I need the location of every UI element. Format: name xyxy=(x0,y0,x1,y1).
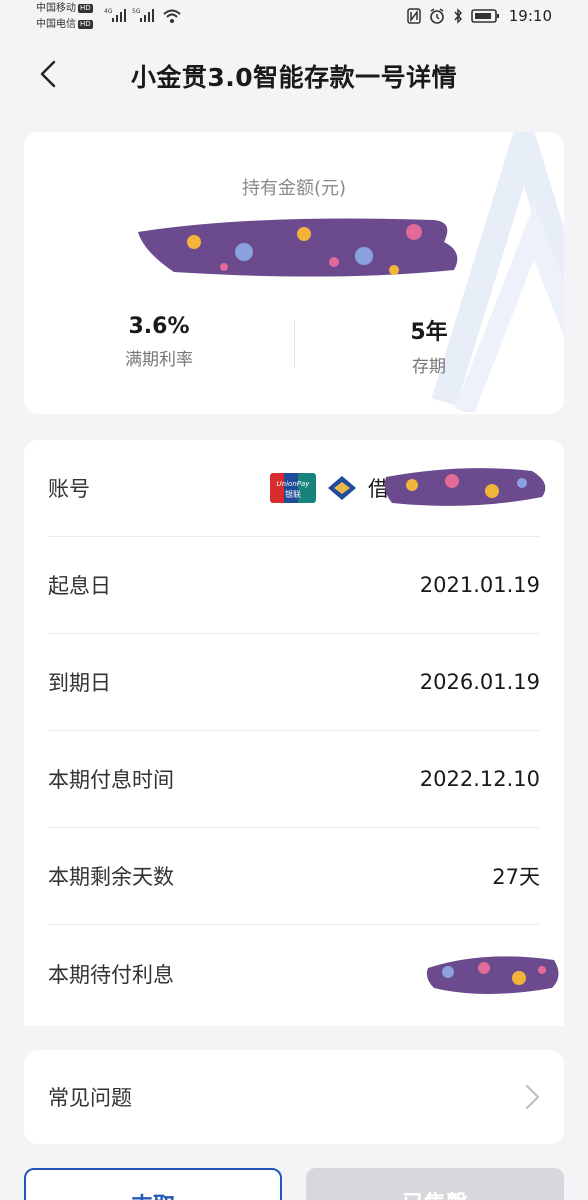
term-stat: 5年 存期 xyxy=(294,314,564,377)
svg-text:4G: 4G xyxy=(104,8,113,15)
detail-row-interest-payment-date: 本期付息时间 2022.12.10 xyxy=(48,731,540,828)
holding-amount-label: 持有金额(元) xyxy=(241,178,347,199)
detail-row-pending-interest: 本期待付利息 xyxy=(48,925,559,1022)
term-label: 存期 xyxy=(412,357,446,377)
faq-row[interactable]: 常见问题 xyxy=(24,1050,564,1144)
status-right: 19:10 xyxy=(407,7,552,25)
faq-label: 常见问题 xyxy=(48,1086,132,1110)
alarm-icon xyxy=(429,8,444,24)
interest-payment-date-label: 本期付息时间 xyxy=(48,768,174,792)
term-value: 5年 xyxy=(410,320,448,345)
detail-row-remaining-days: 本期剩余天数 27天 xyxy=(48,828,540,925)
rate-stat: 3.6% 满期利率 xyxy=(24,314,294,370)
withdraw-button[interactable]: 支取 xyxy=(24,1168,282,1200)
start-date-label: 起息日 xyxy=(48,574,111,598)
rate-label: 满期利率 xyxy=(125,350,193,370)
account-label: 账号 xyxy=(48,477,90,501)
detail-row-start-date: 起息日 2021.01.19 xyxy=(48,537,540,634)
status-bar: 中国移动 HD 中国电信 HD 4G 5G 19:10 xyxy=(0,0,588,36)
summary-card: 持有金额(元) 3.6% 满期利率 5年 存期 xyxy=(24,132,564,414)
detail-row-account[interactable]: 账号 UnionPay 银联 借记 xyxy=(48,440,546,537)
battery-icon xyxy=(470,9,499,23)
signal-icon: 4G xyxy=(104,8,126,22)
remaining-days-value: 27天 xyxy=(492,865,540,889)
signal-icon-2: 5G xyxy=(132,8,154,22)
svg-text:UnionPay: UnionPay xyxy=(277,480,311,488)
svg-text:5G: 5G xyxy=(132,8,141,15)
unionpay-logo: UnionPay 银联 xyxy=(270,473,316,503)
maturity-date-label: 到期日 xyxy=(48,671,111,695)
nfc-icon xyxy=(407,8,421,24)
account-value: UnionPay 银联 借记 xyxy=(270,468,546,506)
wifi-icon xyxy=(163,9,181,23)
pending-interest-label: 本期待付利息 xyxy=(48,962,174,987)
start-date-value: 2021.01.19 xyxy=(419,573,540,597)
redacted-pending-interest xyxy=(426,955,559,994)
maturity-date-value: 2026.01.19 xyxy=(419,670,540,694)
svg-text:银联: 银联 xyxy=(285,489,301,499)
header: 小金贯3.0智能存款一号详情 xyxy=(0,46,588,102)
rate-value: 3.6% xyxy=(128,314,190,339)
detail-row-maturity-date: 到期日 2026.01.19 xyxy=(48,634,540,731)
redacted-account-number xyxy=(384,468,546,506)
details-card: 账号 UnionPay 银联 借记 起息日 2021.01.19 xyxy=(24,440,564,1026)
page-title: 小金贯3.0智能存款一号详情 xyxy=(130,63,458,92)
interest-payment-date-value: 2022.12.10 xyxy=(419,767,540,791)
bank-logo xyxy=(328,476,356,500)
clock: 19:10 xyxy=(508,7,552,25)
redacted-amount xyxy=(138,218,458,277)
sold-out-button[interactable]: 已售罄 xyxy=(306,1168,564,1200)
carrier-1: 中国移动 HD xyxy=(36,3,93,14)
chevron-right-icon xyxy=(526,1085,539,1109)
remaining-days-label: 本期剩余天数 xyxy=(48,865,174,889)
bluetooth-icon xyxy=(454,8,462,24)
carrier-2: 中国电信 HD xyxy=(36,19,93,30)
